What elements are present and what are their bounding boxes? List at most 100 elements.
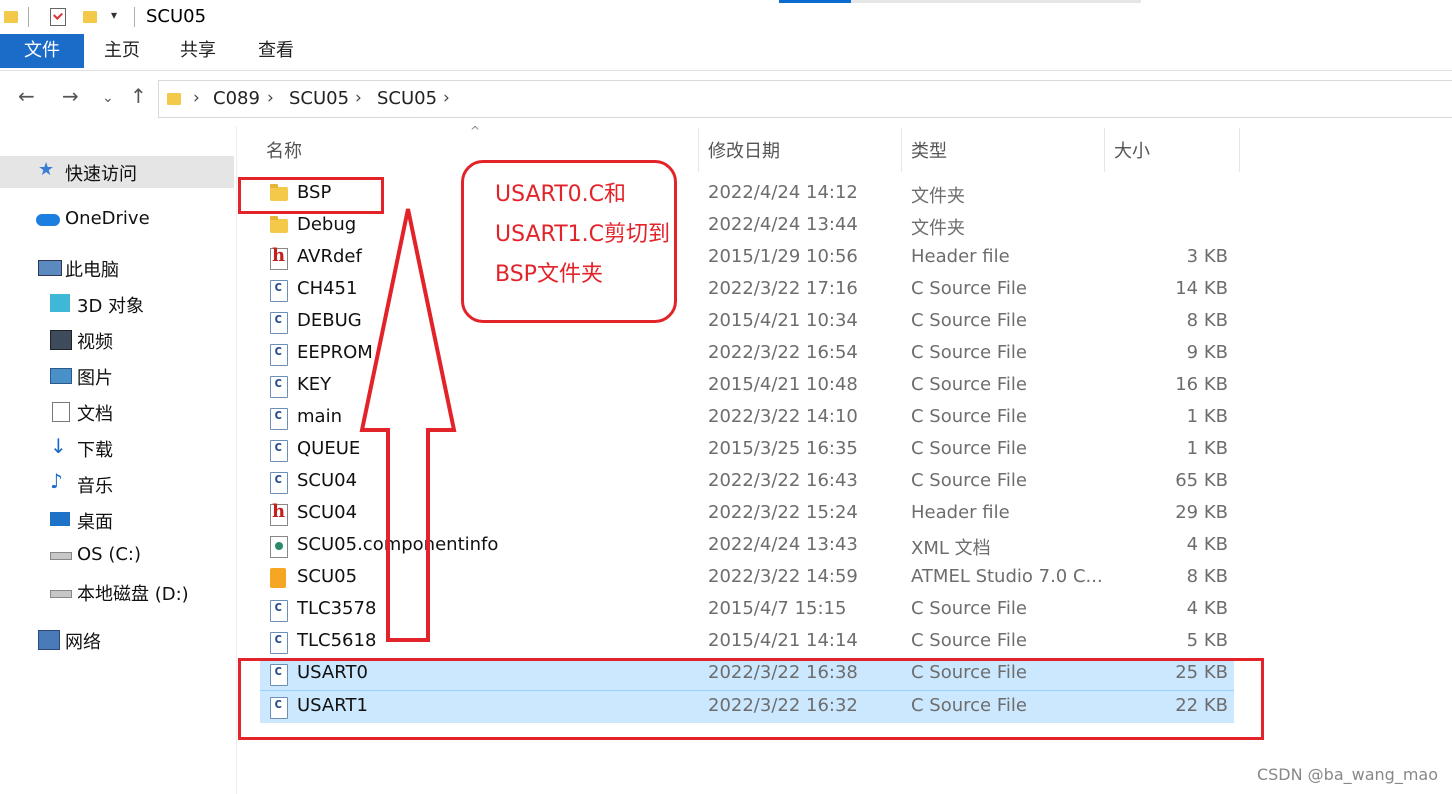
cloud-icon	[36, 214, 60, 226]
sidebar-item-desktop[interactable]: 桌面	[0, 504, 234, 536]
picture-icon	[50, 368, 72, 384]
column-header-type[interactable]: 类型	[911, 137, 947, 163]
file-date: 2015/3/25 16:35	[708, 438, 858, 459]
file-size: 29 KB	[1175, 502, 1228, 523]
annotation-line: USART1.C剪切到	[495, 222, 671, 247]
file-size: 1 KB	[1186, 438, 1228, 459]
file-type: C Source File	[911, 438, 1027, 459]
sidebar-item-videos[interactable]: 视频	[0, 324, 234, 356]
customize-quick-access-icon[interactable]: ▾	[111, 8, 117, 22]
file-name: KEY	[297, 374, 332, 395]
breadcrumb-item[interactable]: SCU05	[289, 88, 349, 109]
folder-icon	[270, 216, 288, 233]
breadcrumb-separator[interactable]: ›	[443, 88, 450, 108]
file-date: 2015/4/21 10:34	[708, 310, 858, 331]
column-divider[interactable]	[1239, 128, 1240, 172]
tab-indicator	[779, 0, 851, 3]
file-name: main	[297, 406, 342, 427]
file-type: C Source File	[911, 278, 1027, 299]
file-type: Header file	[911, 246, 1010, 267]
sidebar-item-label: 网络	[65, 632, 101, 653]
breadcrumb-separator[interactable]: ›	[193, 88, 200, 108]
breadcrumb-item[interactable]: C089	[213, 88, 260, 109]
tab-view[interactable]: 查看	[250, 34, 302, 68]
column-header-date[interactable]: 修改日期	[708, 137, 780, 163]
sidebar-item-drive-d[interactable]: 本地磁盘 (D:)	[0, 576, 234, 608]
up-button[interactable]: ↑	[130, 84, 147, 108]
file-name: DEBUG	[297, 310, 362, 331]
document-icon	[52, 402, 70, 422]
sidebar-item-network[interactable]: 网络	[0, 624, 234, 656]
tab-share[interactable]: 共享	[172, 34, 224, 68]
properties-icon[interactable]	[50, 8, 66, 26]
file-name: SCU05	[297, 566, 358, 587]
folder-icon	[4, 11, 18, 23]
file-size: 9 KB	[1186, 342, 1228, 363]
sidebar-item-documents[interactable]: 文档	[0, 396, 234, 428]
back-button[interactable]: ←	[18, 84, 35, 108]
address-bar[interactable]: › C089 › SCU05 › SCU05 ›	[158, 80, 1452, 118]
file-type: Header file	[911, 502, 1010, 523]
sidebar-item-drive-c[interactable]: OS (C:)	[0, 540, 234, 572]
file-name: SCU04	[297, 502, 358, 523]
file-size: 16 KB	[1175, 374, 1228, 395]
arrow-up-icon	[359, 208, 457, 642]
file-name: SCU04	[297, 470, 358, 491]
sidebar-item-downloads[interactable]: ↓ 下载	[0, 432, 234, 464]
file-size: 65 KB	[1175, 470, 1228, 491]
header-file-icon	[270, 501, 288, 526]
file-name: CH451	[297, 278, 358, 299]
file-date: 2015/4/21 14:14	[708, 630, 858, 651]
navigation-bar: ← → ⌄ ↑ › C089 › SCU05 › SCU05 ›	[0, 72, 1452, 124]
file-type: C Source File	[911, 310, 1027, 331]
pc-icon	[38, 260, 62, 276]
column-header-size[interactable]: 大小	[1114, 137, 1150, 163]
file-date: 2015/1/29 10:56	[708, 246, 858, 267]
forward-button[interactable]: →	[62, 84, 79, 108]
file-size: 5 KB	[1186, 630, 1228, 651]
sidebar-item-quick-access[interactable]: ★ 快速访问	[0, 156, 234, 188]
sidebar-item-label: 视频	[77, 332, 113, 353]
column-divider[interactable]	[1104, 128, 1105, 172]
file-name: AVRdef	[297, 246, 362, 267]
file-size: 8 KB	[1186, 566, 1228, 587]
star-icon: ★	[38, 159, 55, 180]
file-type: C Source File	[911, 470, 1027, 491]
folder-icon	[167, 93, 181, 105]
tab-file[interactable]: 文件	[0, 34, 84, 68]
file-type: 文件夹	[911, 218, 965, 239]
column-divider[interactable]	[698, 128, 699, 172]
title-bar: ▾ SCU05	[0, 0, 1452, 34]
file-date: 2015/4/7 15:15	[708, 598, 847, 619]
music-icon: ♪	[50, 469, 63, 493]
annotation-line: USART0.C和	[495, 182, 627, 207]
breadcrumb-item[interactable]: SCU05	[377, 88, 437, 109]
column-header-name[interactable]: 名称	[266, 137, 302, 163]
highlight-box-usart	[238, 658, 1264, 740]
breadcrumb-separator[interactable]: ›	[355, 88, 362, 108]
separator	[28, 7, 29, 27]
sidebar-item-music[interactable]: ♪ 音乐	[0, 468, 234, 500]
c-source-file-icon	[270, 439, 288, 462]
file-size: 4 KB	[1186, 534, 1228, 555]
file-type: C Source File	[911, 342, 1027, 363]
sidebar-item-3d-objects[interactable]: 3D 对象	[0, 288, 234, 320]
sidebar-item-label: OS (C:)	[77, 544, 141, 565]
tab-home[interactable]: 主页	[96, 34, 148, 68]
sidebar-item-this-pc[interactable]: 此电脑	[0, 252, 234, 284]
file-name: Debug	[297, 214, 357, 235]
sidebar-item-pictures[interactable]: 图片	[0, 360, 234, 392]
file-date: 2022/3/22 15:24	[708, 502, 858, 523]
desktop-icon	[50, 512, 70, 526]
video-icon	[50, 330, 72, 350]
c-source-file-icon	[270, 311, 288, 334]
recent-locations-button[interactable]: ⌄	[102, 90, 114, 106]
sidebar-item-onedrive[interactable]: OneDrive	[0, 204, 234, 236]
drive-os-icon	[50, 552, 72, 560]
column-divider[interactable]	[901, 128, 902, 172]
file-date: 2022/3/22 14:10	[708, 406, 858, 427]
breadcrumb-separator[interactable]: ›	[267, 88, 274, 108]
new-folder-icon[interactable]	[83, 11, 97, 23]
file-date: 2022/3/22 16:54	[708, 342, 858, 363]
file-size: 4 KB	[1186, 598, 1228, 619]
